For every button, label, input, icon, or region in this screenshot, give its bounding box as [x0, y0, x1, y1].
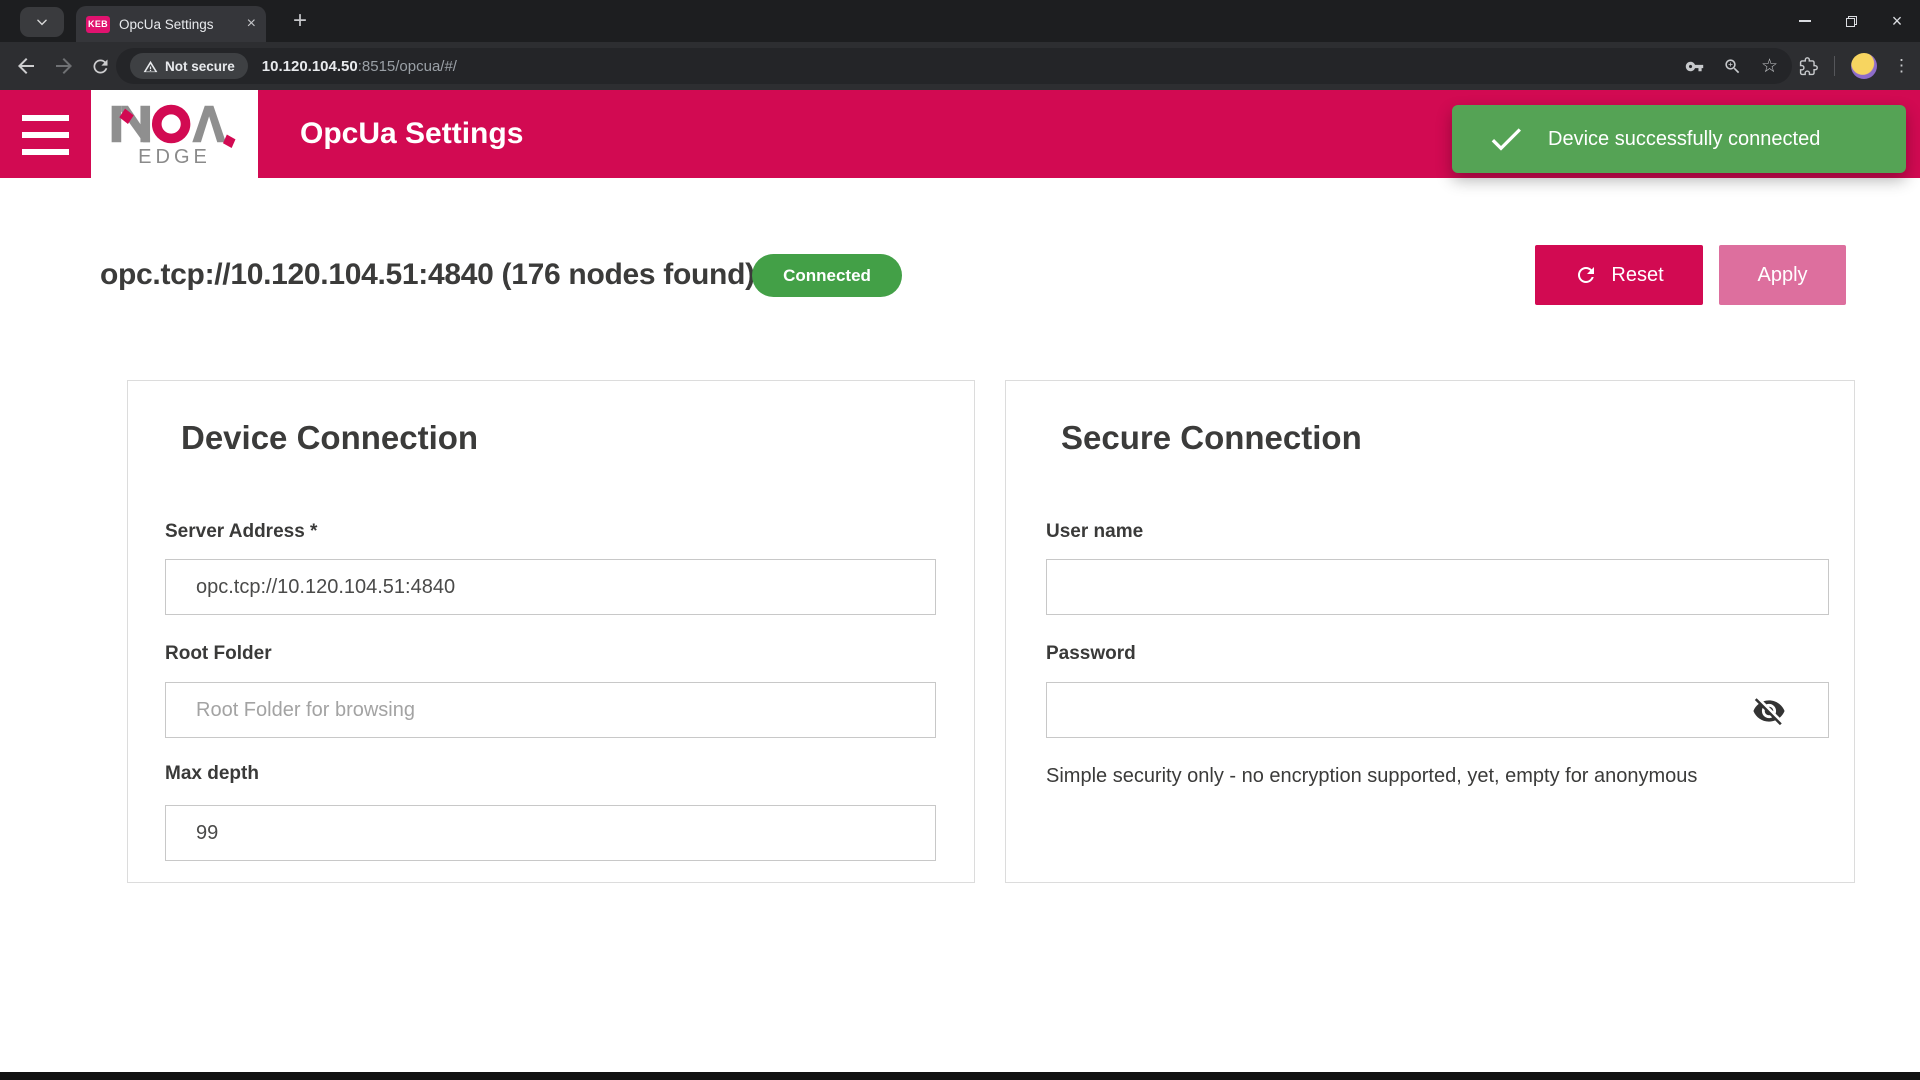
close-button[interactable]: × — [1874, 0, 1920, 42]
url-text: 10.120.104.50:8515/opcua/#/ — [262, 58, 457, 75]
hamburger-menu-button[interactable] — [22, 115, 69, 155]
minimize-button[interactable] — [1782, 0, 1828, 42]
zoom-icon[interactable] — [1723, 57, 1742, 76]
device-connection-card: Device Connection Server Address * Root … — [127, 380, 975, 883]
omnibox-actions: ☆ — [1685, 55, 1778, 78]
toolbar-separator — [1834, 56, 1835, 76]
device-card-title: Device Connection — [181, 419, 478, 457]
max-depth-label: Max depth — [165, 763, 259, 785]
toolbar-right: ⋮ — [1799, 48, 1910, 84]
browser-titlebar: KEB OpcUa Settings × + × — [0, 0, 1920, 42]
user-name-input[interactable] — [1046, 559, 1829, 615]
password-input[interactable] — [1046, 682, 1829, 738]
noa-edge-logo: EDGE — [91, 90, 258, 178]
screen: KEB OpcUa Settings × + × Not secure 10.1… — [0, 0, 1920, 1080]
logo-edge-label: EDGE — [138, 146, 211, 169]
restore-button[interactable] — [1828, 0, 1874, 42]
page-title: OpcUa Settings — [300, 90, 523, 178]
server-address-label: Server Address * — [165, 521, 317, 543]
eye-off-icon — [1752, 694, 1786, 728]
user-name-label: User name — [1046, 521, 1143, 543]
apply-button[interactable]: Apply — [1719, 245, 1846, 305]
secure-connection-card: Secure Connection User name Password Sim… — [1005, 380, 1855, 883]
endpoint-heading: opc.tcp://10.120.104.51:4840 (176 nodes … — [100, 258, 755, 292]
bottom-edge — [0, 1072, 1920, 1080]
new-tab-button[interactable]: + — [284, 5, 316, 37]
max-depth-input[interactable] — [165, 805, 936, 861]
refresh-icon — [1574, 263, 1598, 287]
chevron-down-icon — [35, 15, 49, 29]
tab-title: OpcUa Settings — [119, 17, 238, 32]
check-icon — [1486, 119, 1526, 159]
reset-label: Reset — [1611, 264, 1663, 287]
security-chip-label: Not secure — [165, 59, 235, 74]
bookmark-star-icon[interactable]: ☆ — [1761, 55, 1778, 78]
password-key-icon[interactable] — [1685, 57, 1704, 76]
minimize-icon — [1799, 20, 1811, 22]
tab-close-icon[interactable]: × — [247, 16, 256, 32]
tab-search-button[interactable] — [20, 7, 64, 37]
toggle-password-visibility-button[interactable] — [1750, 693, 1788, 729]
security-chip[interactable]: Not secure — [130, 53, 248, 79]
status-badge: Connected — [752, 254, 902, 297]
success-toast: Device successfully connected — [1452, 105, 1906, 173]
server-address-input[interactable] — [165, 559, 936, 615]
url-host: 10.120.104.50 — [262, 58, 358, 75]
back-button[interactable] — [14, 54, 38, 78]
forward-button[interactable] — [52, 54, 76, 78]
password-label: Password — [1046, 643, 1136, 665]
warning-icon — [143, 59, 158, 74]
hamburger-icon — [22, 115, 69, 121]
browser-menu-icon[interactable]: ⋮ — [1893, 56, 1910, 76]
restore-icon — [1846, 16, 1857, 27]
secure-card-title: Secure Connection — [1061, 419, 1362, 457]
toast-message: Device successfully connected — [1548, 128, 1820, 151]
reset-button[interactable]: Reset — [1535, 245, 1703, 305]
security-note: Simple security only - no encryption sup… — [1046, 765, 1697, 788]
url-path: :8515/opcua/#/ — [358, 58, 457, 75]
browser-tab[interactable]: KEB OpcUa Settings × — [76, 6, 266, 42]
extensions-icon[interactable] — [1799, 57, 1818, 76]
root-folder-input[interactable] — [165, 682, 936, 738]
profile-avatar[interactable] — [1851, 53, 1877, 79]
noa-logo-icon — [105, 100, 245, 148]
window-controls: × — [1782, 0, 1920, 42]
apply-label: Apply — [1757, 264, 1807, 287]
reload-button[interactable] — [90, 56, 111, 77]
root-folder-label: Root Folder — [165, 643, 272, 665]
keb-favicon-icon: KEB — [86, 16, 110, 33]
address-bar[interactable]: Not secure 10.120.104.50:8515/opcua/#/ ☆ — [116, 48, 1792, 84]
